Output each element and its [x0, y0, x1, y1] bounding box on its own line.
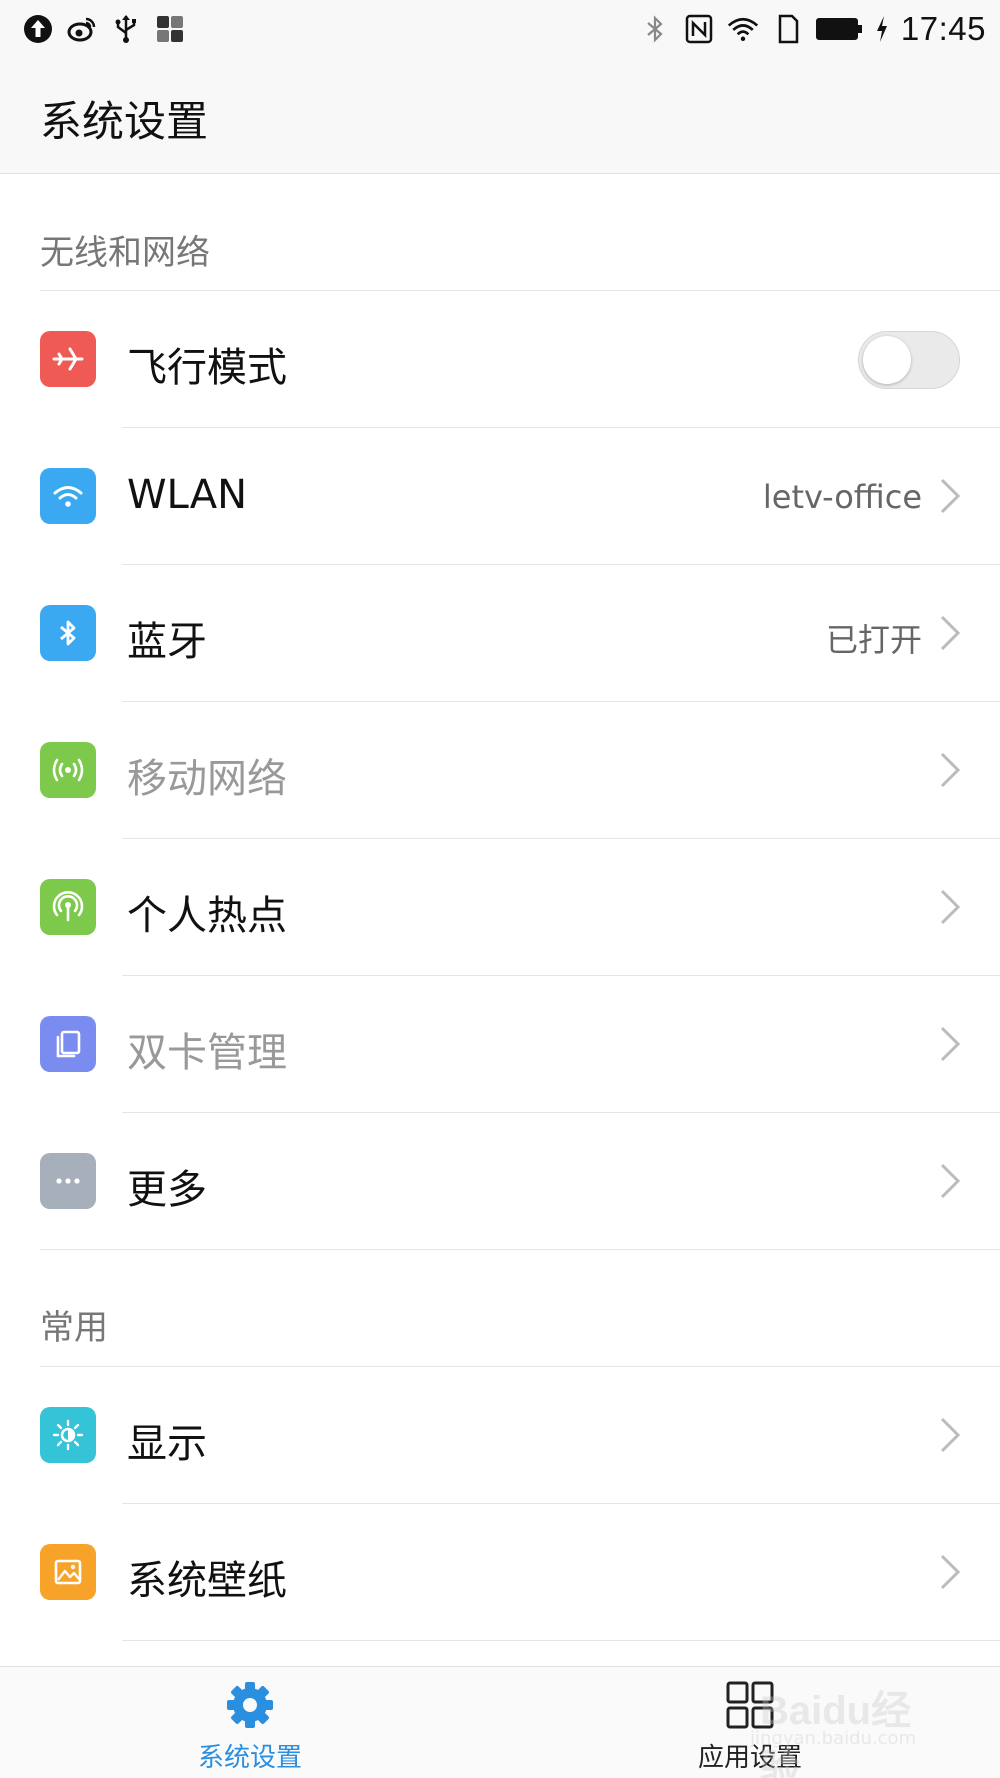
gear-icon	[222, 1677, 278, 1733]
more-dots-icon	[40, 1153, 96, 1209]
charging-icon	[876, 16, 887, 42]
nfc-icon	[685, 14, 713, 44]
section-label: 常用	[40, 1308, 108, 1348]
row-label: 蓝牙	[127, 619, 207, 665]
page-title: 系统设置	[40, 97, 209, 146]
airplane-mode-toggle[interactable]	[858, 331, 960, 389]
row-label: WLAN	[127, 472, 248, 518]
usb-icon	[115, 15, 136, 43]
status-bar-right: 17:45	[639, 8, 986, 50]
grid-app-icon	[157, 16, 183, 42]
wallpaper-icon	[40, 1544, 96, 1600]
tab-system-settings[interactable]: 系统设置	[150, 1667, 350, 1778]
section-label: 无线和网络	[40, 233, 210, 273]
upload-icon	[24, 15, 52, 43]
chevron-right-icon	[938, 1552, 962, 1592]
row-dual-sim[interactable]: 双卡管理	[0, 976, 1000, 1113]
row-personal-hotspot[interactable]: 个人热点	[0, 839, 1000, 976]
bluetooth-status: 已打开	[825, 621, 922, 659]
chevron-right-icon	[938, 1415, 962, 1455]
signal-icon	[40, 742, 96, 798]
row-bluetooth[interactable]: 蓝牙 已打开	[0, 565, 1000, 702]
baidu-watermark: Baidu经验 jingyan.baidu.com	[750, 1670, 950, 1778]
settings-list[interactable]: 无线和网络 飞行模式 WLAN letv-office 蓝牙 已打开 移动网络 …	[0, 175, 1000, 1641]
brightness-icon	[40, 1407, 96, 1463]
row-mobile-network[interactable]: 移动网络	[0, 702, 1000, 839]
row-display[interactable]: 显示	[0, 1367, 1000, 1504]
row-label: 系统壁纸	[127, 1558, 287, 1604]
chevron-right-icon	[938, 1161, 962, 1201]
row-label: 显示	[127, 1421, 207, 1467]
weibo-icon	[67, 17, 96, 42]
hotspot-icon	[40, 879, 96, 935]
toggle-knob	[863, 336, 911, 384]
chevron-right-icon	[938, 1024, 962, 1064]
row-wlan[interactable]: WLAN letv-office	[0, 428, 1000, 565]
row-label: 更多	[127, 1167, 207, 1213]
row-label: 飞行模式	[127, 345, 287, 391]
tab-label: 系统设置	[197, 1743, 302, 1773]
row-more[interactable]: 更多	[0, 1113, 1000, 1250]
row-wallpaper[interactable]: 系统壁纸	[0, 1504, 1000, 1641]
wifi-icon	[727, 17, 759, 41]
row-label: 双卡管理	[127, 1030, 287, 1076]
row-label: 移动网络	[127, 756, 287, 802]
chevron-right-icon	[938, 750, 962, 790]
sim-cards-icon	[40, 1016, 96, 1072]
bluetooth-icon	[40, 605, 96, 661]
chevron-right-icon	[938, 476, 962, 516]
wlan-network-name: letv-office	[762, 478, 922, 516]
status-time: 17:45	[900, 10, 986, 47]
bluetooth-icon	[647, 15, 663, 43]
row-airplane-mode[interactable]: 飞行模式	[0, 291, 1000, 428]
battery-icon	[815, 18, 862, 40]
section-header-wireless: 无线和网络	[40, 175, 1000, 291]
watermark-sub: jingyan.baidu.com	[750, 1728, 917, 1749]
bottom-navigation: 系统设置 应用设置 Baidu经验 jingyan.baidu.com	[0, 1666, 1000, 1778]
status-bar: 17:45	[0, 0, 1000, 60]
divider	[122, 1640, 1000, 1641]
app-header: 系统设置	[0, 60, 1000, 174]
chevron-right-icon	[938, 887, 962, 927]
section-header-common: 常用	[40, 1250, 1000, 1367]
chevron-right-icon	[938, 613, 962, 653]
row-label: 个人热点	[127, 893, 287, 939]
status-bar-left	[22, 12, 186, 46]
sim-icon	[778, 14, 799, 44]
wifi-icon	[40, 468, 96, 524]
airplane-icon	[40, 331, 96, 387]
